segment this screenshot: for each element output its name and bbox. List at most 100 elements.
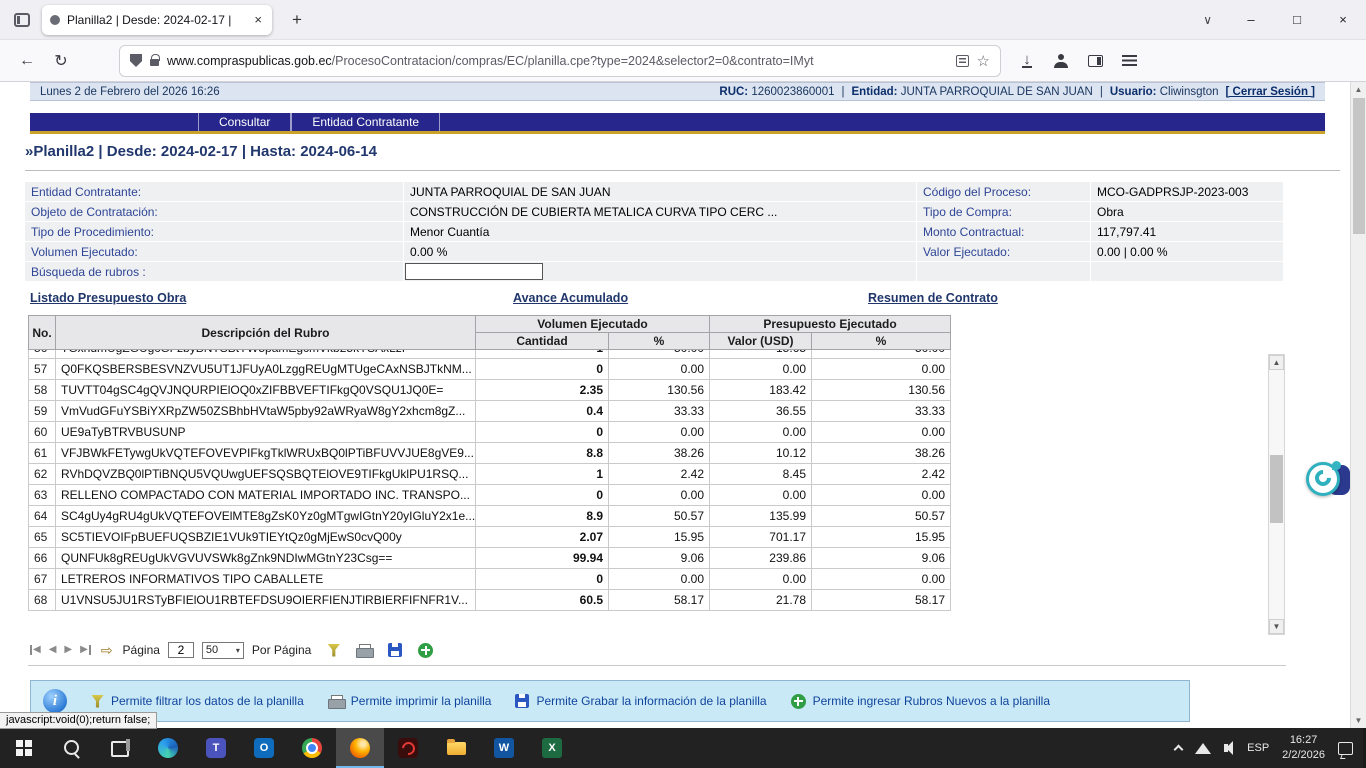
table-row[interactable]: 63 RELLENO COMPACTADO CON MATERIAL IMPOR…: [29, 485, 951, 506]
lock-icon[interactable]: [150, 59, 159, 66]
word-icon[interactable]: [480, 728, 528, 768]
cell-cantidad[interactable]: 8.8: [476, 443, 609, 464]
window-maximize-button[interactable]: □: [1274, 0, 1320, 40]
clock[interactable]: 16:27 2/2/2026: [1282, 733, 1325, 763]
file-explorer-icon[interactable]: [432, 728, 480, 768]
scroll-up-icon[interactable]: ▲: [1351, 85, 1366, 94]
firefox-view-icon[interactable]: [14, 13, 30, 27]
address-bar[interactable]: www.compraspublicas.gob.ec/ProcesoContra…: [120, 46, 1000, 76]
downloads-icon[interactable]: ↓: [1022, 53, 1032, 69]
url-domain: www.compraspublicas.gob.ec: [167, 54, 332, 68]
cell-volumen-pct: 2.42: [609, 464, 710, 485]
menu-icon[interactable]: [1122, 55, 1137, 66]
cell-no: 64: [29, 506, 56, 527]
list-tabs-icon[interactable]: ∨: [1187, 13, 1228, 27]
cell-cantidad[interactable]: 0.4: [476, 401, 609, 422]
window-close-button[interactable]: ×: [1320, 0, 1366, 40]
cell-cantidad[interactable]: 2.35: [476, 380, 609, 401]
page-number-input[interactable]: [168, 642, 194, 658]
wifi-icon[interactable]: [1195, 743, 1211, 754]
table-row[interactable]: 56 TGxhdmUgZGUgcGFzbyBNTSBtYW5pamEgcmVkb…: [29, 350, 951, 359]
window-minimize-button[interactable]: –: [1228, 0, 1274, 40]
chrome-icon[interactable]: [288, 728, 336, 768]
language-indicator[interactable]: ESP: [1247, 742, 1269, 754]
start-icon[interactable]: [0, 728, 48, 768]
filter-icon[interactable]: [327, 644, 340, 657]
notification-center-icon[interactable]: [1338, 742, 1353, 755]
table-row[interactable]: 66 QUNFUk8gREUgUkVGVUVSWk8gZnk9NDIwMGtnY…: [29, 548, 951, 569]
cell-cantidad[interactable]: 0: [476, 422, 609, 443]
firefox-icon[interactable]: [336, 728, 384, 768]
sidebar-icon[interactable]: [1088, 55, 1103, 67]
cell-cantidad[interactable]: 0: [476, 569, 609, 590]
acrobat-icon[interactable]: [384, 728, 432, 768]
go-to-page-icon[interactable]: ⇨: [101, 642, 113, 659]
scroll-up-icon[interactable]: ▲: [1269, 355, 1284, 370]
refresh-icon[interactable]: ↻: [46, 46, 76, 76]
edge-icon[interactable]: [144, 728, 192, 768]
scrollbar-thumb[interactable]: [1353, 98, 1365, 234]
table-row[interactable]: 60 UE9aTyBTRVBUSUNP 0 0.00 0.00 0.00: [29, 422, 951, 443]
save-icon[interactable]: [388, 643, 402, 657]
cell-cantidad[interactable]: 1: [476, 464, 609, 485]
teams-icon[interactable]: [192, 728, 240, 768]
scroll-down-icon[interactable]: ▼: [1351, 716, 1366, 725]
table-scrollbar[interactable]: ▲ ▼: [1268, 354, 1285, 635]
new-tab-button[interactable]: +: [284, 8, 310, 32]
table-row[interactable]: 64 SC4gUy4gRU4gUkVQTEFOVElMTE8gZsK0Yz0gM…: [29, 506, 951, 527]
cell-cantidad[interactable]: 0: [476, 485, 609, 506]
table-row[interactable]: 58 TUVTT04gSC4gQVJNQURPIElOQ0xZIFBBVEFTI…: [29, 380, 951, 401]
table-row[interactable]: 61 VFJBWkFETywgUkVQTEFOVEVPIFkgTklWRUxBQ…: [29, 443, 951, 464]
tab-close-icon[interactable]: ×: [252, 12, 264, 27]
nav-menu-item[interactable]: Entidad Contratante: [291, 113, 440, 131]
nav-menu-item[interactable]: Consultar: [198, 113, 291, 131]
add-rubro-icon[interactable]: [418, 643, 433, 658]
cell-cantidad[interactable]: 99.94: [476, 548, 609, 569]
cell-volumen-pct: 58.17: [609, 590, 710, 611]
outlook-icon[interactable]: [240, 728, 288, 768]
task-view-icon[interactable]: [96, 728, 144, 768]
reader-view-icon[interactable]: [956, 55, 969, 67]
first-page-icon[interactable]: ◀: [30, 645, 41, 655]
table-row[interactable]: 57 Q0FKQSBERSBESVNZVU5UT1JFUyA0LzggREUgM…: [29, 359, 951, 380]
assistant-icon[interactable]: [1306, 462, 1340, 496]
system-tray: ESP 16:27 2/2/2026: [1175, 728, 1363, 768]
browser-tab[interactable]: Planilla2 | Desde: 2024-02-17 | ×: [42, 5, 272, 35]
table-row[interactable]: 65 SC5TIEVOIFpBUEFUQSBZIE1VUk9TIEYtQz0gM…: [29, 527, 951, 548]
process-details: Entidad Contratante: JUNTA PARROQUIAL DE…: [25, 182, 1280, 261]
account-icon[interactable]: [1054, 54, 1068, 68]
report-link[interactable]: Resumen de Contrato: [868, 291, 998, 305]
cell-cantidad[interactable]: 2.07: [476, 527, 609, 548]
hidden-icons-chevron-icon[interactable]: [1174, 745, 1184, 755]
cell-cantidad[interactable]: 1: [476, 350, 609, 359]
table-row[interactable]: 59 VmVudGFuYSBiYXRpZW50ZSBhbHVtaW5pby92a…: [29, 401, 951, 422]
report-link[interactable]: Listado Presupuesto Obra: [30, 291, 186, 305]
table-row[interactable]: 68 U1VNSU5JU1RSTyBFIElOU1RBTEFDSU9OIERFI…: [29, 590, 951, 611]
scroll-down-icon[interactable]: ▼: [1269, 619, 1284, 634]
volume-icon[interactable]: [1224, 744, 1228, 752]
url-text[interactable]: www.compraspublicas.gob.ec/ProcesoContra…: [167, 54, 948, 68]
tracking-shield-icon[interactable]: [130, 54, 142, 67]
last-page-icon[interactable]: ▶: [80, 645, 91, 655]
assistant-widget[interactable]: [1306, 462, 1350, 498]
bookmark-star-icon[interactable]: ☆: [977, 52, 990, 70]
page-scrollbar[interactable]: ▲ ▼: [1350, 82, 1366, 728]
prev-page-icon[interactable]: ◀: [49, 645, 57, 655]
page-size-select[interactable]: 50 ▾: [202, 642, 244, 659]
rubros-search-input[interactable]: [405, 263, 543, 280]
scrollbar-thumb[interactable]: [1270, 455, 1283, 523]
cell-cantidad[interactable]: 60.5: [476, 590, 609, 611]
table-row[interactable]: 62 RVhDQVZBQ0lPTiBNQU5VQUwgUEFSQSBQTElOV…: [29, 464, 951, 485]
print-icon[interactable]: [356, 644, 372, 657]
legend-bar: i Permite filtrar los datos de la planil…: [30, 680, 1190, 722]
logout-link[interactable]: [ Cerrar Sesión ]: [1226, 86, 1315, 98]
cell-cantidad[interactable]: 8.9: [476, 506, 609, 527]
excel-icon[interactable]: [528, 728, 576, 768]
next-page-icon[interactable]: ▶: [64, 645, 72, 655]
search-icon[interactable]: [48, 728, 96, 768]
back-icon[interactable]: ←: [12, 46, 42, 76]
cell-cantidad[interactable]: 0: [476, 359, 609, 380]
pager-divider: [28, 665, 1286, 666]
table-row[interactable]: 67 LETREROS INFORMATIVOS TIPO CABALLETE …: [29, 569, 951, 590]
report-link[interactable]: Avance Acumulado: [513, 291, 628, 305]
